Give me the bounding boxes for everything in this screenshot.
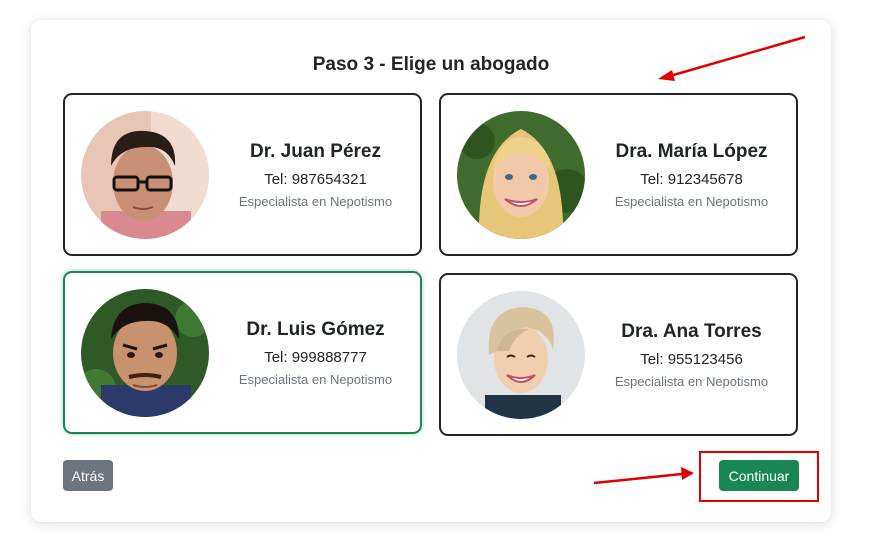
back-button[interactable]: Atrás <box>63 460 113 491</box>
lawyer-phone: Tel: 999888777 <box>264 348 367 366</box>
lawyer-name: Dr. Luis Gómez <box>246 318 385 340</box>
lawyer-info: Dr. Luis Gómez Tel: 999888777 Especialis… <box>225 273 406 432</box>
lawyer-specialty: Especialista en Nepotismo <box>614 373 769 389</box>
lawyer-phone: Tel: 987654321 <box>264 170 367 188</box>
lawyer-card-juan-perez[interactable]: Dr. Juan Pérez Tel: 987654321 Especialis… <box>63 93 422 256</box>
lawyer-card-maria-lopez[interactable]: Dra. María López Tel: 912345678 Especial… <box>439 93 798 256</box>
lawyer-photo <box>457 111 585 239</box>
lawyer-photo <box>457 291 585 419</box>
lawyer-phone: Tel: 912345678 <box>640 170 743 188</box>
lawyer-info: Dra. María López Tel: 912345678 Especial… <box>601 95 782 254</box>
lawyer-specialty: Especialista en Nepotismo <box>614 193 769 209</box>
lawyer-name: Dra. María López <box>615 140 768 162</box>
lawyer-name: Dra. Ana Torres <box>621 320 762 342</box>
lawyer-photo <box>81 289 209 417</box>
step-title: Paso 3 - Elige un abogado <box>312 54 550 75</box>
lawyer-name: Dr. Juan Pérez <box>250 140 381 162</box>
lawyer-info: Dra. Ana Torres Tel: 955123456 Especiali… <box>601 275 782 434</box>
lawyer-specialty: Especialista en Nepotismo <box>238 193 393 209</box>
lawyer-photo <box>81 111 209 239</box>
lawyer-selection-card: Paso 3 - Elige un abogado Dr. Juan Pérez… <box>31 20 831 522</box>
lawyer-info: Dr. Juan Pérez Tel: 987654321 Especialis… <box>225 95 406 254</box>
continue-highlight-box <box>699 451 819 502</box>
lawyer-specialty: Especialista en Nepotismo <box>238 371 393 387</box>
lawyer-phone: Tel: 955123456 <box>640 350 743 368</box>
lawyer-card-luis-gomez[interactable]: Dr. Luis Gómez Tel: 999888777 Especialis… <box>63 271 422 434</box>
lawyer-card-ana-torres[interactable]: Dra. Ana Torres Tel: 955123456 Especiali… <box>439 273 798 436</box>
